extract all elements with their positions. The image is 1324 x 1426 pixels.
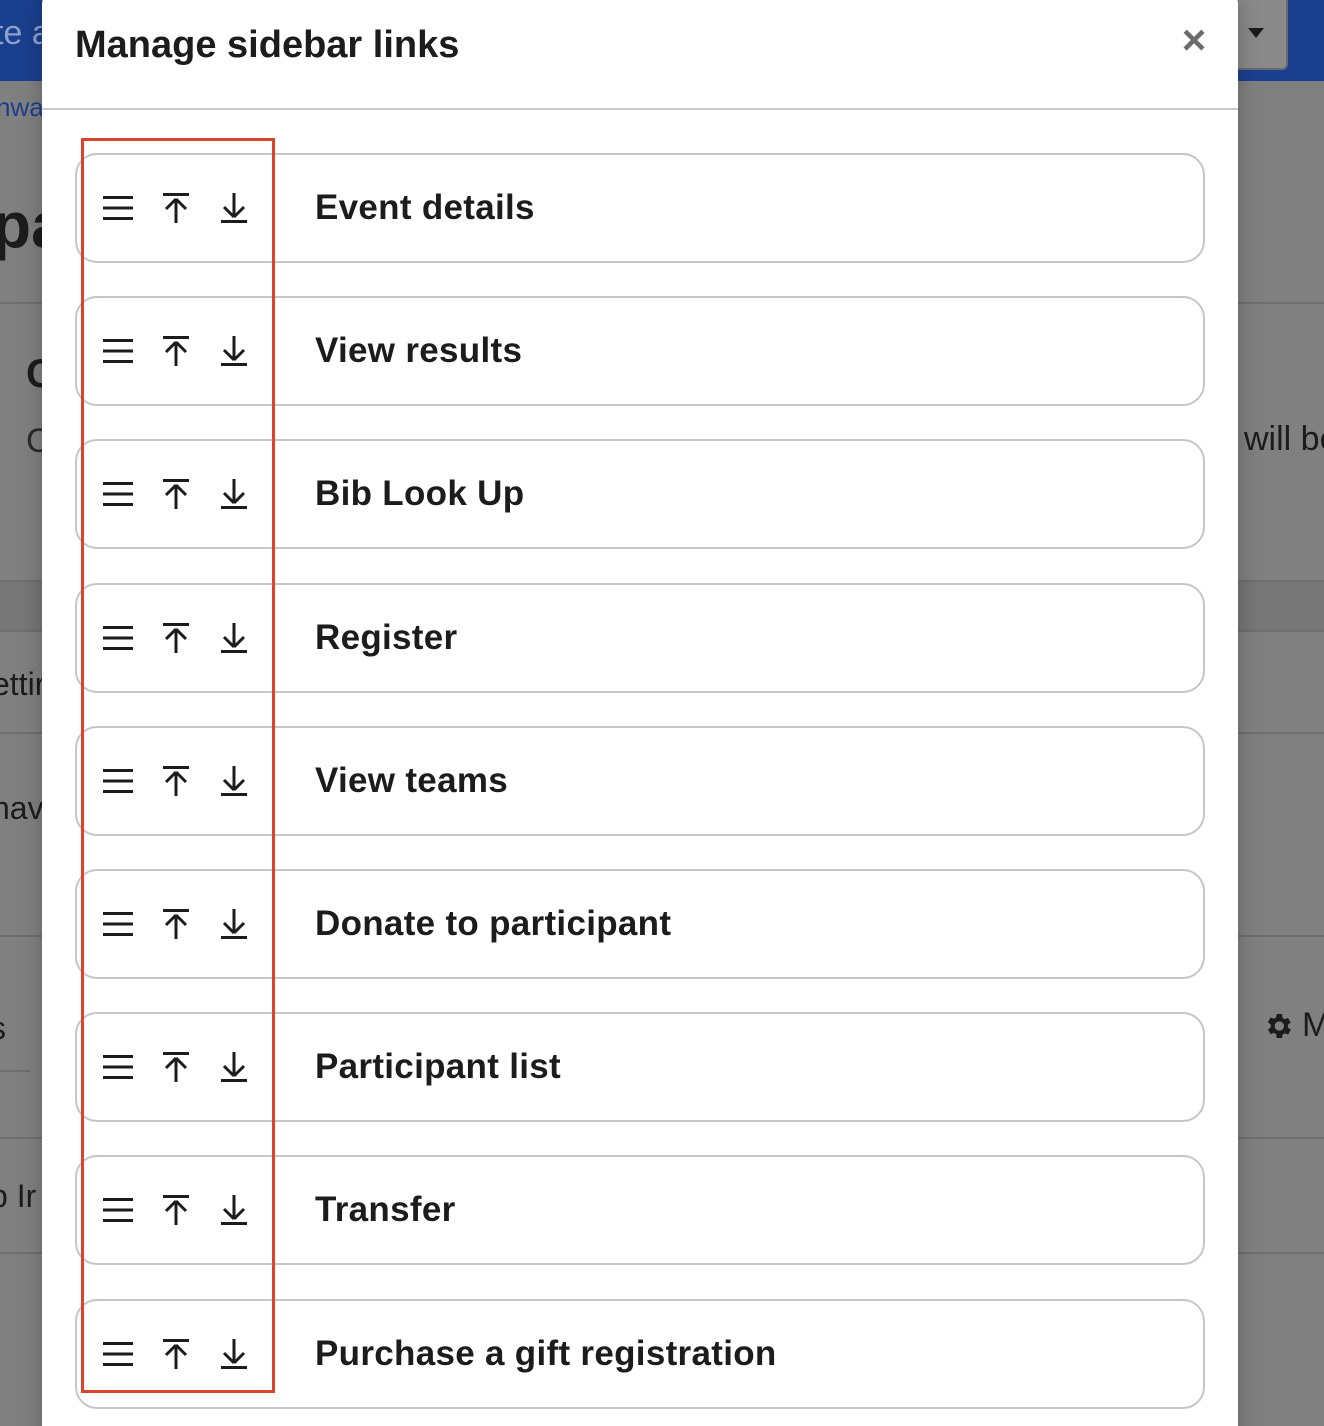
sidebar-link-label: Bib Look Up: [315, 474, 525, 513]
close-icon: ×: [1181, 16, 1207, 63]
section-description: will be: [1244, 420, 1324, 458]
sidebar-link-label: Participant list: [315, 1047, 561, 1086]
manage-links-button[interactable]: M: [1262, 1006, 1324, 1045]
navigation-row-text: nav: [0, 790, 44, 826]
sidebar-link-label: View results: [315, 331, 523, 370]
sidebar-link-label: Donate to participant: [315, 904, 672, 943]
sidebar-link-label: Register: [315, 618, 458, 657]
settings-row-text: ettir: [0, 666, 46, 702]
chevron-down-icon: [1248, 28, 1264, 38]
modal-header: Manage sidebar links ×: [42, 0, 1238, 110]
group-row-text: p Ir: [0, 1178, 37, 1214]
close-button[interactable]: ×: [1176, 19, 1212, 61]
links-row-text: s: [0, 1010, 6, 1047]
sidebar-link-label: Purchase a gift registration: [315, 1334, 777, 1373]
breadcrumb-link[interactable]: nwa: [0, 92, 44, 123]
modal-title: Manage sidebar links: [75, 24, 460, 66]
divider: [0, 1070, 30, 1072]
highlight-annotation: [81, 138, 275, 1393]
sidebar-link-label: View teams: [315, 761, 509, 800]
sidebar-link-label: Transfer: [315, 1190, 456, 1229]
gear-icon: [1267, 1013, 1291, 1038]
sidebar-link-label: Event details: [315, 188, 535, 227]
manage-links-label: M: [1302, 1006, 1324, 1044]
